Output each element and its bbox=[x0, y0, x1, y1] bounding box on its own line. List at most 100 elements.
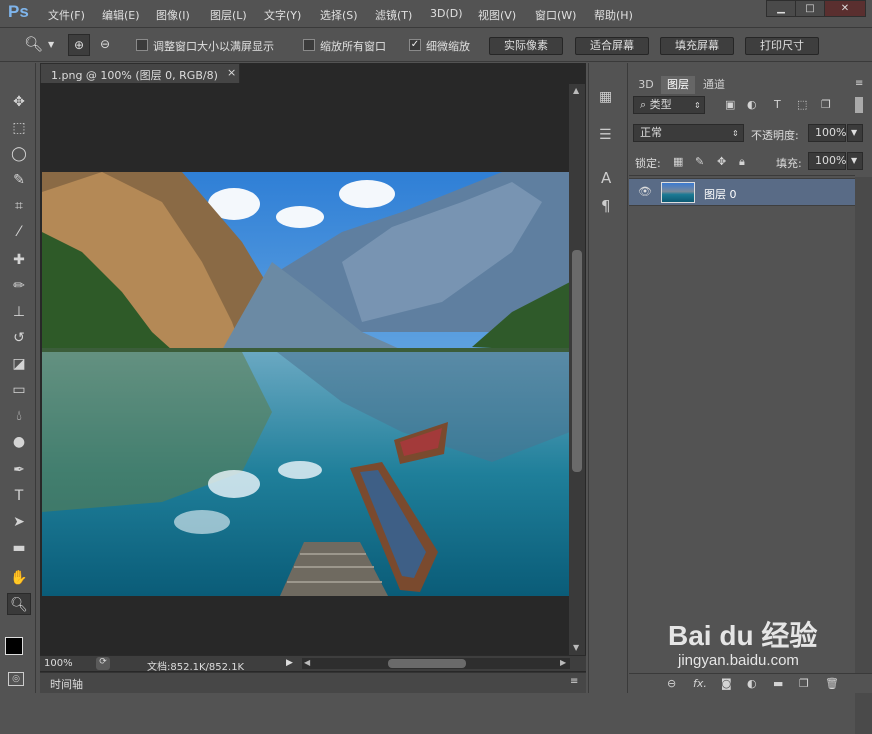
crop-tool-icon[interactable]: ⌗ bbox=[7, 195, 31, 217]
menu-3d[interactable]: 3D(D) bbox=[430, 7, 463, 20]
timeline-menu-icon[interactable]: ≡ bbox=[570, 676, 578, 687]
visibility-eye-icon[interactable]: 👁︎ bbox=[638, 185, 652, 198]
paragraph-panel-icon[interactable]: ¶ bbox=[601, 197, 611, 215]
zoom-level[interactable]: 100% bbox=[44, 658, 73, 669]
minimize-button[interactable]: ▁ bbox=[766, 0, 796, 17]
filter-search-icon: ⌕ bbox=[640, 98, 650, 111]
properties-panel-icon[interactable]: ☰ bbox=[599, 127, 612, 143]
rectangle-tool-icon[interactable]: ▬ bbox=[7, 537, 31, 559]
blend-mode-select[interactable]: 正常 ⇕ bbox=[633, 124, 744, 142]
preset-dropdown-icon[interactable]: ▼ bbox=[48, 40, 54, 49]
watermark-brand: Bai du 经验 bbox=[668, 620, 818, 651]
path-select-icon[interactable]: ➤ bbox=[7, 511, 31, 533]
fit-screen-button[interactable]: 适合屏幕 bbox=[575, 37, 649, 55]
fill-screen-button[interactable]: 填充屏幕 bbox=[660, 37, 734, 55]
resize-windows-checkbox[interactable] bbox=[136, 39, 148, 51]
scroll-right-icon[interactable]: ▶ bbox=[560, 658, 566, 667]
opacity-dropdown-icon[interactable]: ▼ bbox=[847, 124, 863, 142]
lasso-tool-icon[interactable]: ◯ bbox=[7, 143, 31, 165]
character-panel-icon[interactable]: A bbox=[601, 169, 611, 187]
menu-select[interactable]: 选择(S) bbox=[320, 7, 358, 23]
tab-channels[interactable]: 通道 bbox=[697, 76, 731, 94]
timeline-label: 时间轴 bbox=[50, 678, 83, 691]
filter-adjustment-icon[interactable]: ◐ bbox=[747, 98, 757, 111]
gradient-tool-icon[interactable]: ▭ bbox=[7, 379, 31, 401]
zoom-all-checkbox[interactable] bbox=[303, 39, 315, 51]
layer-filter-select[interactable]: ⌕ 类型 ⇕ bbox=[633, 96, 705, 114]
filter-toggle[interactable] bbox=[855, 97, 863, 113]
fill-label: 填充: bbox=[776, 157, 802, 170]
clone-stamp-icon[interactable]: ⊥ bbox=[7, 301, 31, 323]
horizontal-scrollbar[interactable]: ◀ ▶ bbox=[302, 658, 570, 669]
quick-mask-icon[interactable]: ◎ bbox=[8, 672, 24, 686]
zoom-tool-icon[interactable]: 🔍︎ bbox=[7, 593, 31, 615]
pen-tool-icon[interactable]: ✒ bbox=[7, 459, 31, 481]
menu-file[interactable]: 文件(F) bbox=[48, 7, 85, 23]
print-size-button[interactable]: 打印尺寸 bbox=[745, 37, 819, 55]
zoom-in-icon[interactable]: ⊕ bbox=[68, 34, 90, 56]
vertical-scrollbar[interactable]: ▲ ▼ bbox=[569, 84, 585, 655]
document-tab[interactable]: 1.png @ 100% (图层 0, RGB/8) × bbox=[40, 63, 240, 83]
horizontal-scroll-thumb[interactable] bbox=[388, 659, 466, 668]
fill-dropdown-icon[interactable]: ▼ bbox=[847, 152, 863, 170]
history-panel-icon[interactable]: ▦ bbox=[599, 89, 612, 105]
close-button[interactable]: ✕ bbox=[824, 0, 866, 17]
marquee-tool-icon[interactable]: ⬚ bbox=[7, 117, 31, 139]
status-menu-arrow-icon[interactable]: ▶ bbox=[286, 658, 293, 668]
fill-input[interactable]: 100% bbox=[808, 152, 846, 170]
canvas-image[interactable] bbox=[42, 172, 570, 596]
menu-view[interactable]: 视图(V) bbox=[478, 7, 516, 23]
tab-3d[interactable]: 3D bbox=[633, 76, 659, 94]
eyedropper-tool-icon[interactable]: ⁄ bbox=[7, 221, 31, 243]
menu-type[interactable]: 文字(Y) bbox=[264, 7, 301, 23]
eraser-tool-icon[interactable]: ◪ bbox=[7, 353, 31, 375]
lock-all-icon[interactable]: 🔒︎ bbox=[739, 155, 745, 169]
filter-type-icon[interactable]: T bbox=[774, 98, 781, 111]
foreground-color-swatch[interactable] bbox=[5, 637, 23, 655]
hand-tool-icon[interactable]: ✋ bbox=[7, 567, 31, 589]
scrubby-zoom-checkbox[interactable]: ✓ bbox=[409, 39, 421, 51]
quick-select-tool-icon[interactable]: ✎ bbox=[7, 169, 31, 191]
move-tool-icon[interactable]: ✥ bbox=[7, 91, 31, 113]
menu-window[interactable]: 窗口(W) bbox=[535, 7, 576, 23]
scrubby-zoom-label: 细微缩放 bbox=[426, 40, 470, 53]
share-icon[interactable]: ⟳ bbox=[96, 657, 110, 670]
healing-brush-icon[interactable]: ✚ bbox=[7, 249, 31, 271]
zoom-out-icon[interactable]: ⊖ bbox=[94, 34, 116, 56]
blur-tool-icon[interactable]: 💧︎ bbox=[7, 405, 31, 427]
actual-pixels-button[interactable]: 实际像素 bbox=[489, 37, 563, 55]
menu-help[interactable]: 帮助(H) bbox=[594, 7, 633, 23]
dodge-tool-icon[interactable]: ● bbox=[7, 431, 31, 453]
scroll-left-icon[interactable]: ◀ bbox=[304, 658, 310, 667]
menu-layer[interactable]: 图层(L) bbox=[210, 7, 247, 23]
menu-image[interactable]: 图像(I) bbox=[156, 7, 190, 23]
lock-label: 锁定: bbox=[635, 157, 661, 170]
close-tab-icon[interactable]: × bbox=[227, 66, 236, 79]
maximize-button[interactable]: □ bbox=[795, 0, 825, 17]
options-bar: 🔍︎ ▼ ⊕ ⊖ 调整窗口大小以满屏显示 缩放所有窗口 ✓ 细微缩放 实际像素 … bbox=[0, 29, 872, 62]
zoom-tool-preset-icon[interactable]: 🔍︎ bbox=[24, 35, 43, 53]
panel-menu-icon[interactable]: ≡ bbox=[855, 78, 863, 89]
lock-pixels-icon[interactable]: ✎ bbox=[695, 155, 704, 168]
type-tool-icon[interactable]: T bbox=[7, 485, 31, 507]
layer-thumbnail bbox=[661, 182, 695, 203]
lock-transparent-icon[interactable]: ▦ bbox=[673, 155, 683, 168]
lock-position-icon[interactable]: ✥ bbox=[717, 155, 726, 168]
filter-pixel-icon[interactable]: ▣ bbox=[725, 98, 735, 111]
filter-shape-icon[interactable]: ⬚ bbox=[797, 98, 807, 111]
filter-smart-object-icon[interactable]: ❐ bbox=[821, 98, 831, 111]
history-brush-icon[interactable]: ↺ bbox=[7, 327, 31, 349]
divider bbox=[629, 175, 855, 176]
scroll-down-icon[interactable]: ▼ bbox=[573, 643, 579, 652]
timeline-panel[interactable]: 时间轴 ≡ bbox=[40, 672, 586, 693]
brush-tool-icon[interactable]: ✏ bbox=[7, 275, 31, 297]
menu-filter[interactable]: 滤镜(T) bbox=[375, 7, 412, 23]
tab-layers[interactable]: 图层 bbox=[661, 76, 695, 94]
menu-edit[interactable]: 编辑(E) bbox=[102, 7, 140, 23]
layer-name[interactable]: 图层 0 bbox=[704, 186, 737, 202]
zoom-all-label: 缩放所有窗口 bbox=[320, 40, 386, 53]
scroll-up-icon[interactable]: ▲ bbox=[573, 86, 579, 95]
vertical-scroll-thumb[interactable] bbox=[572, 250, 582, 472]
layer-row[interactable]: 👁︎ 图层 0 bbox=[629, 178, 855, 206]
opacity-input[interactable]: 100% bbox=[808, 124, 846, 142]
